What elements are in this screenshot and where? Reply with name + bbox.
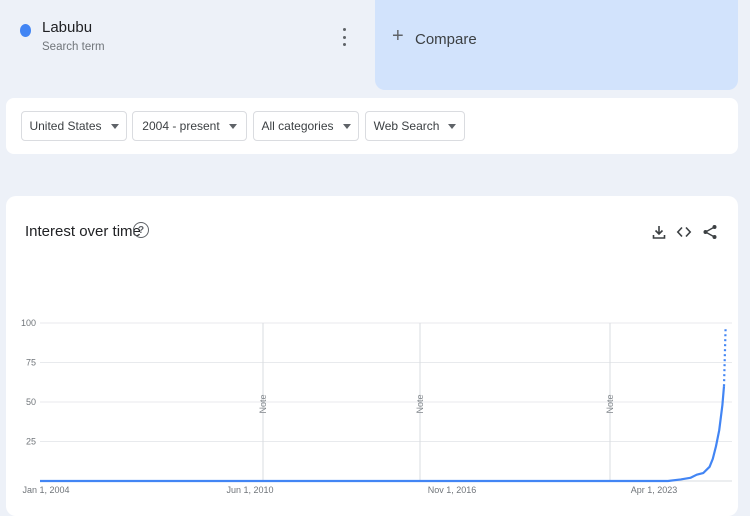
note-label: Note: [258, 394, 268, 413]
note-label: Note: [415, 394, 425, 413]
caret-down-icon: [228, 123, 237, 129]
time-range-dropdown-label: 2004 - present: [142, 119, 220, 133]
region-dropdown[interactable]: United States: [21, 111, 127, 141]
search-term-subtitle: Search term: [42, 41, 105, 53]
y-tick-label: 25: [26, 437, 36, 447]
search-term-color-dot: [20, 24, 31, 37]
series-partial-line: [722, 327, 727, 387]
category-dropdown[interactable]: All categories: [253, 111, 359, 141]
caret-down-icon: [448, 123, 457, 129]
caret-down-icon: [342, 123, 351, 129]
series-line: [40, 386, 726, 483]
y-tick-label: 100: [21, 318, 36, 328]
note-label: Note: [605, 394, 615, 413]
search-type-dropdown[interactable]: Web Search: [365, 111, 465, 141]
x-tick-label: Nov 1, 2016: [428, 485, 477, 495]
category-dropdown-label: All categories: [261, 119, 334, 133]
interest-over-time-card: Interest over time ? 25 50 75 100 Jan 1, 200…: [6, 196, 738, 516]
search-term-card: Labubu Search term: [0, 0, 363, 90]
time-range-dropdown[interactable]: 2004 - present: [132, 111, 247, 141]
search-term-title[interactable]: Labubu: [42, 19, 92, 36]
region-dropdown-label: United States: [29, 119, 102, 133]
compare-button[interactable]: + Compare: [375, 0, 738, 90]
compare-label: Compare: [415, 31, 477, 48]
plus-icon: +: [392, 25, 404, 47]
filter-bar: United States 2004 - present All categor…: [6, 98, 738, 154]
y-tick-label: 50: [26, 397, 36, 407]
more-options-icon[interactable]: [338, 28, 350, 46]
caret-down-icon: [110, 123, 119, 129]
x-tick-label: Apr 1, 2023: [631, 485, 678, 495]
search-type-dropdown-label: Web Search: [373, 119, 440, 133]
interest-over-time-chart: 25 50 75 100 Jan 1, 2004 Jun 1, 2010 Nov 1, 20…: [21, 318, 732, 495]
x-tick-label: Jan 1, 2004: [22, 485, 69, 495]
x-tick-label: Jun 1, 2010: [226, 485, 273, 495]
y-tick-label: 75: [26, 358, 36, 368]
